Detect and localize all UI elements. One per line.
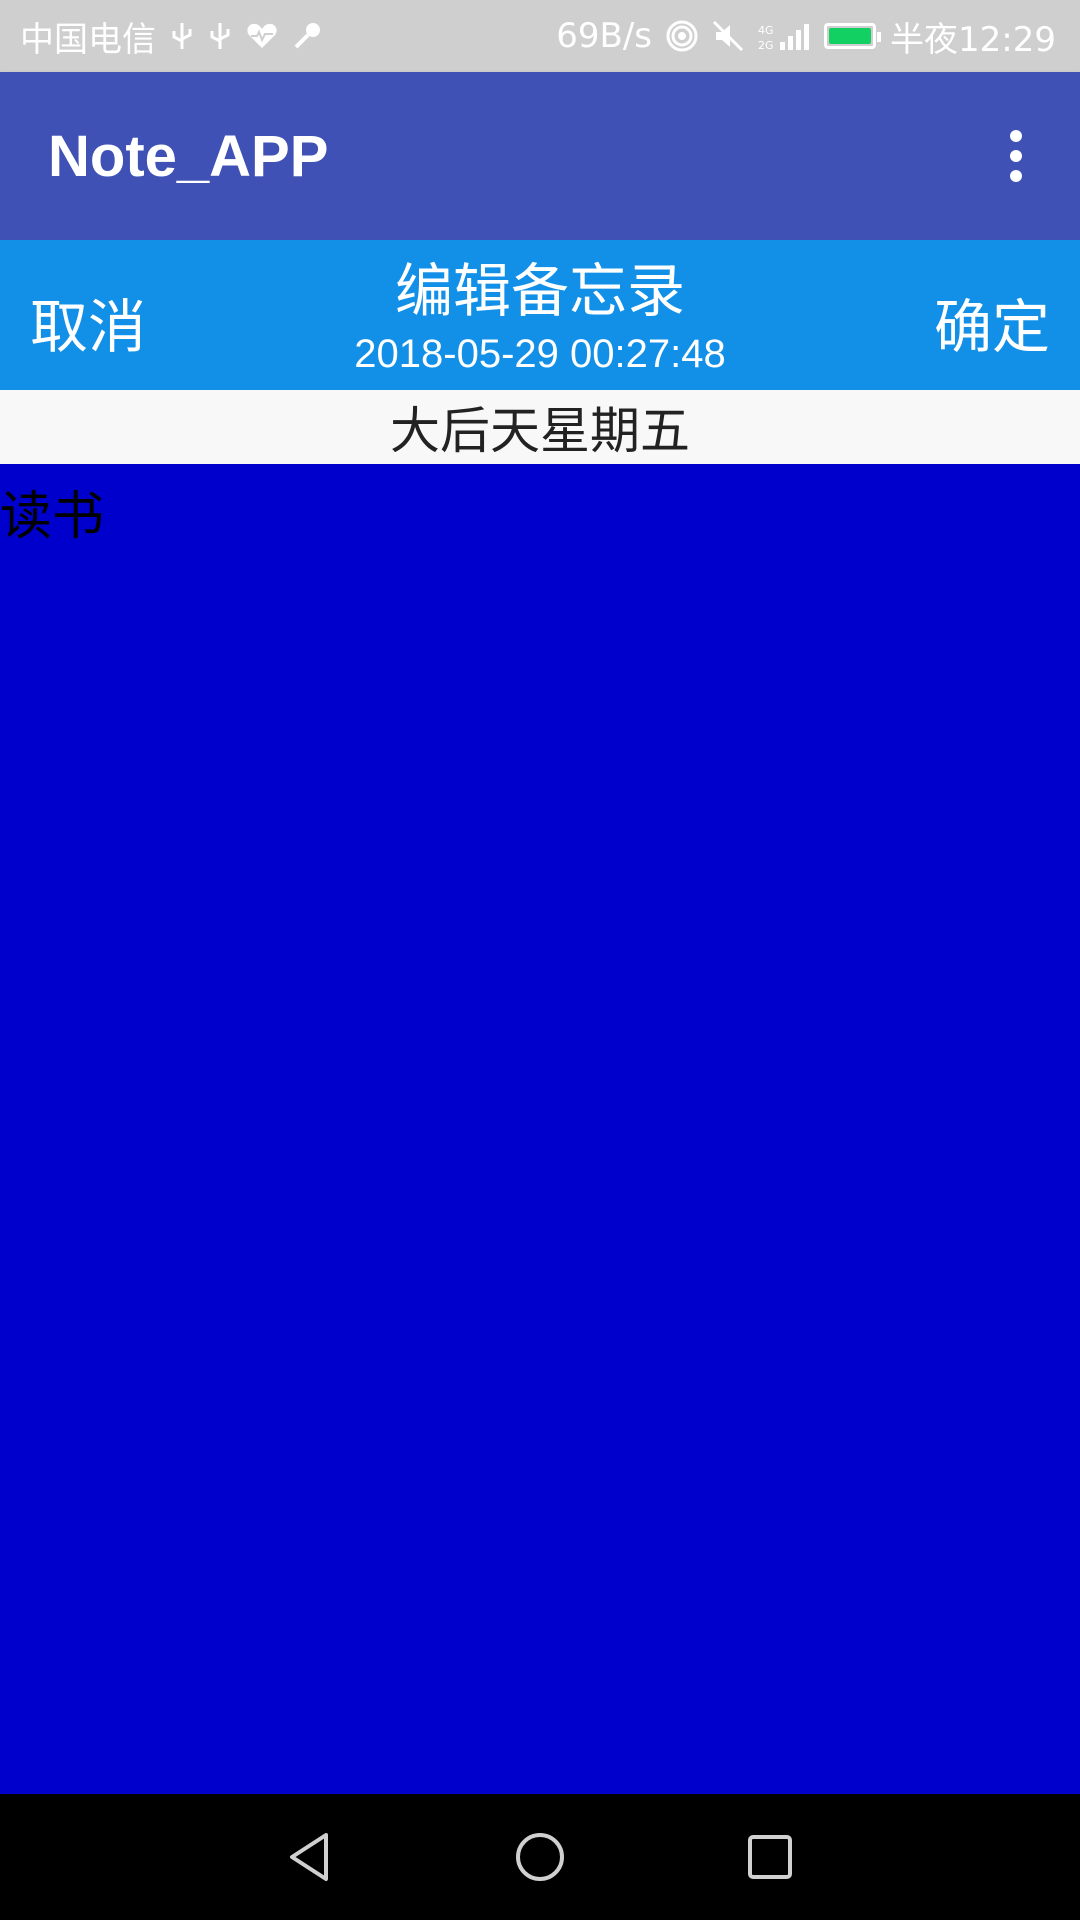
usb-icon <box>208 21 232 51</box>
status-bar: 中国电信 69B/s 4G 2G 半夜12:29 <box>0 0 1080 72</box>
signal-icon: 4G 2G <box>758 20 810 52</box>
edit-title: 编辑备忘录 <box>394 257 685 325</box>
svg-text:4G: 4G <box>758 24 774 37</box>
recents-icon[interactable] <box>746 1833 794 1881</box>
status-left: 中国电信 <box>20 12 322 61</box>
battery-icon <box>824 23 882 49</box>
status-right: 69B/s 4G 2G 半夜12:29 <box>556 12 1056 61</box>
clock: 半夜12:29 <box>890 19 1056 60</box>
note-subject-field[interactable]: 大后天星期五 <box>0 390 1080 464</box>
app-bar: Note_APP <box>0 72 1080 240</box>
confirm-button[interactable]: 确定 <box>934 280 1050 364</box>
home-icon[interactable] <box>514 1831 566 1883</box>
usb-icon <box>170 21 194 51</box>
note-content-text: 读书 <box>0 487 105 547</box>
overflow-menu-icon[interactable] <box>1000 120 1032 192</box>
network-speed: 69B/s <box>556 16 653 56</box>
app-title: Note_APP <box>48 123 329 189</box>
navigation-bar <box>0 1794 1080 1920</box>
svg-text:2G: 2G <box>758 39 774 52</box>
edit-timestamp: 2018-05-29 00:27:48 <box>354 332 726 376</box>
edit-header: 取消 编辑备忘录 2018-05-29 00:27:48 确定 <box>0 240 1080 390</box>
hotspot-icon <box>666 20 698 52</box>
carrier-label: 中国电信 <box>20 19 156 60</box>
heart-rate-icon <box>246 22 278 50</box>
note-subject-text: 大后天星期五 <box>390 402 690 460</box>
back-icon[interactable] <box>286 1831 334 1883</box>
key-icon <box>292 21 322 51</box>
mute-icon <box>712 20 744 52</box>
edit-header-center: 编辑备忘录 2018-05-29 00:27:48 <box>0 256 1080 382</box>
note-content-field[interactable]: 读书 <box>0 464 1080 1794</box>
